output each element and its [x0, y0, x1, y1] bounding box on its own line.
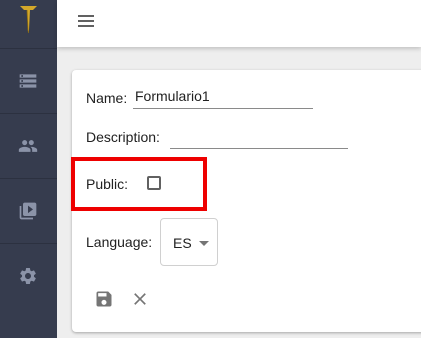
language-select-value: ES: [173, 235, 192, 251]
name-input[interactable]: Formulario1: [135, 88, 210, 104]
description-input-underline[interactable]: [170, 148, 348, 149]
gear-icon: [20, 268, 36, 284]
chevron-down-icon: [199, 241, 209, 246]
name-input-underline[interactable]: [133, 108, 313, 109]
cancel-button[interactable]: [130, 289, 150, 309]
sidebar-item-people[interactable]: [0, 114, 57, 179]
description-label: Description:: [86, 129, 160, 145]
people-icon: [18, 140, 38, 152]
gold-sword-logo-icon: [20, 6, 37, 34]
hamburger-menu-icon: [78, 15, 94, 27]
save-icon: [96, 291, 112, 307]
name-label: Name:: [86, 90, 128, 106]
sidebar-item-media[interactable]: [0, 179, 57, 244]
highlight-box: [71, 157, 207, 211]
storage-icon: [19, 74, 37, 88]
close-icon: [134, 293, 146, 305]
top-app-bar: [57, 0, 421, 47]
video-library-icon: [19, 202, 37, 220]
menu-button[interactable]: [75, 12, 97, 30]
sidebar: [0, 0, 57, 338]
save-button[interactable]: [94, 289, 114, 309]
language-select[interactable]: ES: [160, 218, 218, 266]
sidebar-item-settings[interactable]: [0, 244, 57, 308]
sidebar-item-storage[interactable]: [0, 49, 57, 114]
logo[interactable]: [0, 0, 57, 49]
language-label: Language:: [86, 234, 153, 250]
